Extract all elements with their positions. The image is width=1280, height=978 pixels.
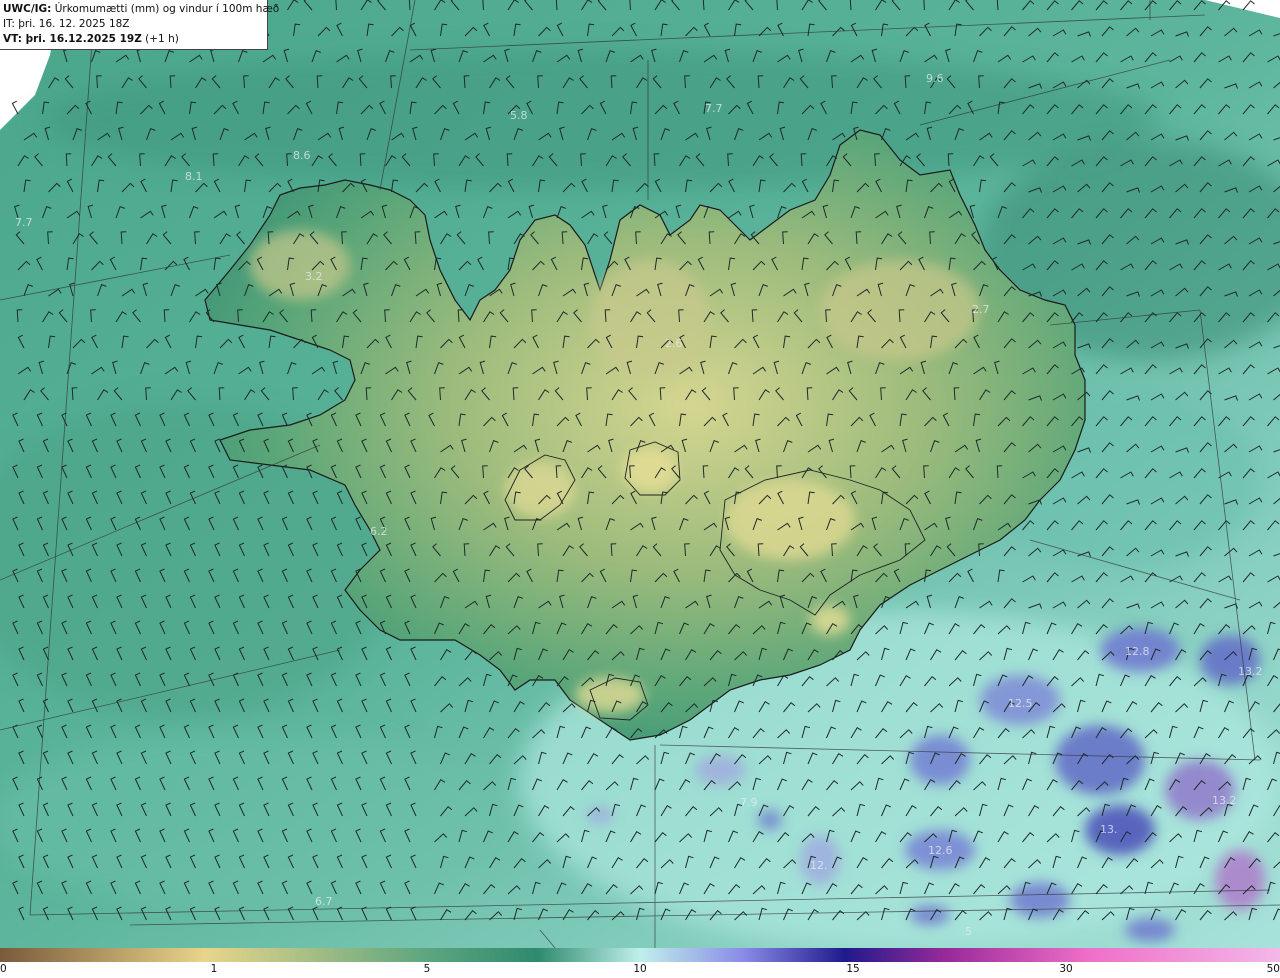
value-label: 9.6: [926, 72, 944, 85]
colorbar-tick: 30: [1059, 963, 1073, 975]
colorbar-tick: 50: [1266, 963, 1280, 975]
value-label: 2.6: [665, 337, 683, 350]
colorbar-tick: 15: [846, 963, 860, 975]
title-main: Úrkomumætti (mm) og vindur í 100m hæð: [51, 3, 280, 15]
colorbar-tick: 1: [210, 963, 218, 975]
value-label: 12.: [810, 859, 828, 872]
valid-time-line: VT: þri. 16.12.2025 19Z (+1 h): [3, 32, 267, 47]
value-label: 3.2: [305, 270, 323, 283]
title-box: UWC/IG: Úrkomumætti (mm) og vindur í 100…: [0, 0, 279, 50]
value-label: 7.7: [15, 216, 33, 229]
value-label: 13.2: [1238, 665, 1263, 678]
value-label: 5.8: [510, 109, 528, 122]
title-prefix: UWC/IG:: [3, 3, 52, 15]
value-label: 2.7: [972, 303, 990, 316]
weather-map: 5.8 9.6 7.7 8.6 8.1 7.7 3.2 2.6 2.7 6.2 12.8 13.2 12…: [0, 0, 1280, 948]
colorbar-tick: 10: [633, 963, 647, 975]
value-label: 12.6: [928, 844, 953, 857]
value-label: 7.9: [740, 796, 758, 809]
value-label: 5: [965, 925, 972, 938]
issue-time: IT: þri. 16. 12. 2025 18Z: [3, 18, 130, 30]
value-label: 8.1: [185, 170, 203, 183]
value-label: 12.5: [1008, 697, 1033, 710]
colorbar-tick: 5: [423, 963, 431, 975]
valid-time: VT: þri. 16.12.2025 19Z: [3, 33, 142, 45]
value-label: 6.2: [370, 525, 388, 538]
value-label: 13.: [1100, 823, 1118, 836]
value-label: 7.7: [705, 102, 723, 115]
lead-time: (+1 h): [141, 33, 179, 45]
value-label: 12.8: [1125, 645, 1150, 658]
colorbar-ticks: 0 1 5 10 15 30 50: [0, 962, 1280, 978]
value-label: 8.6: [293, 149, 311, 162]
value-label: 13.2: [1212, 794, 1237, 807]
colorbar-tick: 0: [0, 963, 7, 975]
colorbar: [0, 948, 1280, 962]
value-label: 6.7: [315, 895, 333, 908]
map-canvas: 5.8 9.6 7.7 8.6 8.1 7.7 3.2 2.6 2.7 6.2 12.8 13.2 12…: [0, 0, 1280, 948]
title-line: UWC/IG: Úrkomumætti (mm) og vindur í 100…: [3, 2, 279, 17]
